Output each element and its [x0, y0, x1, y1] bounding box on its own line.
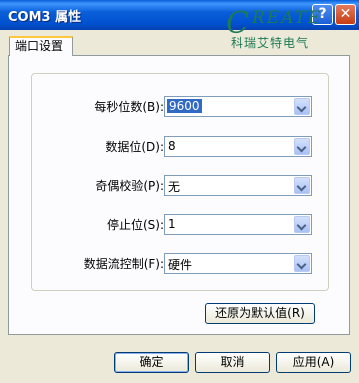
logo-latin-text: REATE: [252, 8, 323, 28]
cancel-button[interactable]: 取消: [195, 352, 270, 373]
flow-control-value: 硬件: [168, 258, 193, 272]
restore-defaults-button[interactable]: 还原为默认值(R): [205, 303, 315, 324]
data-bits-value: 8: [168, 139, 176, 153]
parity-select[interactable]: 无: [164, 175, 312, 196]
chevron-down-icon[interactable]: [294, 255, 310, 272]
baud-rate-label: 每秒位数(B):: [94, 100, 164, 114]
stop-bits-select[interactable]: 1: [164, 214, 312, 235]
data-bits-select[interactable]: 8: [164, 136, 312, 157]
flow-control-select[interactable]: 硬件: [164, 253, 312, 274]
chevron-down-icon[interactable]: [294, 177, 310, 194]
data-bits-label: 数据位(D):: [105, 140, 164, 154]
settings-group: 每秒位数(B): 9600 数据位(D): 8 奇偶校验(P): 无 停止位(S…: [31, 73, 329, 291]
stop-bits-label: 停止位(S):: [106, 218, 164, 232]
window-title: COM3 属性: [8, 10, 82, 25]
tab-panel: 每秒位数(B): 9600 数据位(D): 8 奇偶校验(P): 无 停止位(S…: [8, 55, 350, 335]
flow-control-label: 数据流控制(F):: [83, 257, 164, 271]
baud-rate-select[interactable]: 9600: [164, 96, 312, 117]
parity-label: 奇偶校验(P):: [95, 179, 164, 193]
properties-dialog: COM3 属性 ? ✕ C REATE 科瑞艾特电气 端口设置 每秒位数(B):…: [0, 0, 359, 383]
tab-port-settings[interactable]: 端口设置: [9, 36, 73, 56]
logo-chinese-text: 科瑞艾特电气: [231, 36, 310, 50]
baud-rate-value: 9600: [167, 99, 202, 113]
stop-bits-value: 1: [168, 217, 176, 231]
parity-value: 无: [168, 180, 181, 194]
create-logo: C REATE 科瑞艾特电气: [218, 4, 358, 56]
ok-button[interactable]: 确定: [114, 352, 189, 373]
chevron-down-icon[interactable]: [294, 216, 310, 233]
chevron-down-icon[interactable]: [294, 98, 310, 115]
chevron-down-icon[interactable]: [294, 138, 310, 155]
apply-button[interactable]: 应用(A): [276, 352, 351, 373]
